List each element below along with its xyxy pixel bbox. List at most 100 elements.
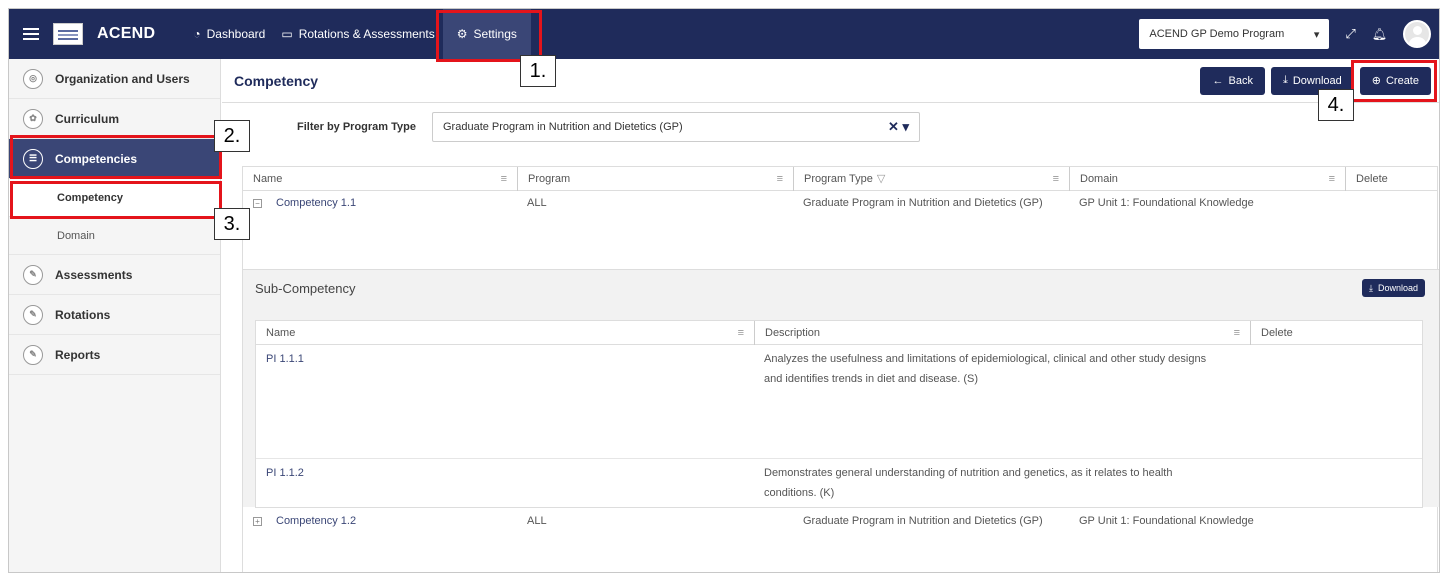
column-menu-icon[interactable]: ≡ <box>501 173 507 185</box>
col-program[interactable]: Program ≡ <box>517 166 793 191</box>
column-menu-icon[interactable]: ≡ <box>738 327 744 339</box>
back-button-label: Back <box>1228 74 1253 87</box>
brand-name: ACEND <box>97 25 156 42</box>
sidebar-item-label: Curriculum <box>55 111 120 126</box>
sidebar-subitem-domain[interactable]: Domain <box>9 217 220 255</box>
nav-rotations-assessments[interactable]: ▭ Rotations & Assessments <box>273 9 442 59</box>
sub-col-description[interactable]: Description ≡ <box>754 320 1250 345</box>
sub-grid-header: Name ≡ Description ≡ Delete <box>256 320 1422 345</box>
sub-description-line: Demonstrates general understanding of nu… <box>764 467 1173 479</box>
sidebar-item-rotations[interactable]: ✎ Rotations <box>9 295 220 335</box>
competency-grid: Name ≡ Program ≡ Program Type ▽ ≡ Domain ≡ De… <box>242 166 1439 572</box>
organization-icon: ◎ <box>23 68 43 89</box>
sidebar-subitem-label: Domain <box>57 229 95 242</box>
sidebar-item-label: Assessments <box>55 267 133 282</box>
row-domain: GP Unit 1: Foundational Knowledge <box>1079 515 1254 527</box>
document-icon: ✎ <box>23 304 43 325</box>
annotation-box-create <box>1351 60 1437 102</box>
sub-download-button[interactable]: ⤓ Download <box>1361 279 1425 297</box>
competency-link[interactable]: Competency 1.1 <box>276 197 356 209</box>
dashboard-icon: ◔ <box>193 27 201 41</box>
sub-description-line: and identifies trends in diet and diseas… <box>764 373 979 385</box>
column-menu-icon[interactable]: ≡ <box>1234 327 1240 339</box>
annotation-box-competencies <box>10 135 222 179</box>
sidebar-item-assessments[interactable]: ✎ Assessments <box>9 255 220 295</box>
col-domain[interactable]: Domain ≡ <box>1069 166 1345 191</box>
nav-dashboard[interactable]: ◔ Dashboard <box>185 9 273 59</box>
sub-competency-link[interactable]: PI 1.1.2 <box>266 467 304 479</box>
sub-competency-title: Sub-Competency <box>255 280 356 296</box>
col-domain-label: Domain <box>1080 172 1118 185</box>
acend-logo <box>53 23 83 45</box>
filter-bar: Filter by Program Type Graduate Program … <box>222 103 1439 151</box>
download-icon: ⤓ <box>1282 74 1288 86</box>
sub-col-delete: Delete <box>1250 320 1340 345</box>
page-header: Competency ← Back ⤓ Download ⊕ Create <box>222 59 1439 103</box>
curriculum-icon: ✿ <box>23 108 43 129</box>
table-row[interactable]: + Competency 1.2 ALL Graduate Program in … <box>243 509 1439 533</box>
expand-icon[interactable]: ⤢ <box>1345 26 1355 42</box>
arrow-left-icon: ← <box>1212 74 1224 87</box>
table-row[interactable]: PI 1.1.1 Analyzes the usefulness and lim… <box>256 345 1422 459</box>
col-program-type[interactable]: Program Type ▽ ≡ <box>793 166 1069 191</box>
clear-filter-icon[interactable]: ✕ ▾ <box>888 119 909 135</box>
col-delete-label: Delete <box>1356 172 1388 185</box>
sub-col-name[interactable]: Name ≡ <box>256 321 754 345</box>
document-icon: ✎ <box>23 264 43 285</box>
callout-1: 1. <box>520 55 556 87</box>
program-type-filter[interactable]: Graduate Program in Nutrition and Dietet… <box>432 112 920 142</box>
callout-4: 4. <box>1318 89 1354 121</box>
table-row[interactable]: PI 1.1.2 Demonstrates general understand… <box>256 459 1422 507</box>
column-menu-icon[interactable]: ≡ <box>1053 173 1059 185</box>
nav-dashboard-label: Dashboard <box>206 27 266 41</box>
competency-link[interactable]: Competency 1.2 <box>276 515 356 527</box>
main-content: Competency ← Back ⤓ Download ⊕ Create Fi… <box>222 59 1439 572</box>
expand-icon[interactable]: + <box>253 517 262 526</box>
sidebar-item-curriculum[interactable]: ✿ Curriculum <box>9 99 220 139</box>
sidebar-item-reports[interactable]: ✎ Reports <box>9 335 220 375</box>
program-select[interactable]: ACEND GP Demo Program ▾ <box>1139 19 1330 49</box>
callout-3: 3. <box>214 208 250 240</box>
filter-funnel-icon[interactable]: ▽ <box>877 172 885 185</box>
filter-label: Filter by Program Type <box>297 121 416 133</box>
app-window: ACEND ◔ Dashboard ▭ Rotations & Assessme… <box>8 8 1440 573</box>
callout-2: 2. <box>214 120 250 152</box>
filter-value: Graduate Program in Nutrition and Dietet… <box>443 121 683 133</box>
annotation-box-competency <box>10 181 222 219</box>
row-program-type: Graduate Program in Nutrition and Dietet… <box>803 197 1043 209</box>
sidebar-item-label: Rotations <box>55 307 111 322</box>
document-icon: ✎ <box>23 344 43 365</box>
sub-col-delete-label: Delete <box>1261 326 1293 339</box>
col-name[interactable]: Name ≡ <box>243 167 517 191</box>
hamburger-menu-icon[interactable] <box>23 28 39 40</box>
program-select-value: ACEND GP Demo Program <box>1149 28 1285 40</box>
nav-rotations-label: Rotations & Assessments <box>298 27 435 41</box>
col-program-type-label: Program Type <box>804 172 873 185</box>
sidebar-item-label: Organization and Users <box>55 71 190 86</box>
column-menu-icon[interactable]: ≡ <box>777 173 783 185</box>
sub-description-line: conditions. (K) <box>764 487 835 499</box>
avatar[interactable] <box>1403 20 1431 48</box>
collapse-icon[interactable]: − <box>253 199 262 208</box>
col-program-label: Program <box>528 172 571 185</box>
sub-competency-panel: Sub-Competency ⤓ Download Name ≡ Descript… <box>243 269 1439 508</box>
sub-download-label: Download <box>1377 283 1418 293</box>
row-domain: GP Unit 1: Foundational Knowledge <box>1079 197 1254 209</box>
column-menu-icon[interactable]: ≡ <box>1329 173 1335 185</box>
sidebar-item-organization-users[interactable]: ◎ Organization and Users <box>9 59 220 99</box>
sub-competency-link[interactable]: PI 1.1.1 <box>266 353 304 365</box>
row-program-type: Graduate Program in Nutrition and Dietet… <box>803 515 1043 527</box>
sub-description-line: Analyzes the usefulness and limitations … <box>764 353 1207 365</box>
sub-competency-grid: Name ≡ Description ≡ Delete PI 1.1.1 Analy… <box>255 320 1423 508</box>
sub-col-name-label: Name <box>266 326 296 339</box>
download-icon: ⤓ <box>1368 282 1373 293</box>
monitor-icon: ▭ <box>281 27 293 41</box>
back-button[interactable]: ← Back <box>1200 66 1265 95</box>
bell-icon[interactable]: 🔔︎ <box>1372 27 1387 41</box>
download-button-label: Download <box>1292 74 1342 87</box>
sub-competency-header: Sub-Competency ⤓ Download <box>243 270 1439 306</box>
table-row[interactable]: − Competency 1.1 ALL Graduate Program in … <box>243 191 1437 215</box>
caret-down-icon: ▾ <box>1313 28 1320 41</box>
grid-header: Name ≡ Program ≡ Program Type ▽ ≡ Domain ≡ De… <box>243 166 1437 191</box>
col-delete: Delete <box>1345 166 1435 191</box>
